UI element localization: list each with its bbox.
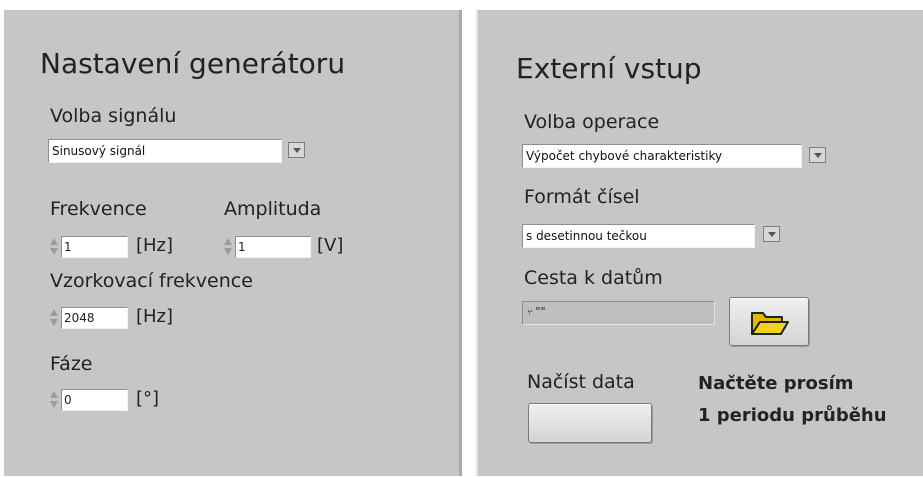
sampling-label: Vzorkovací frekvence — [50, 270, 253, 292]
operation-select[interactable]: Výpočet chybové charakteristiky — [522, 144, 802, 168]
phase-spinner[interactable] — [49, 388, 60, 412]
message-line-2: 1 periodu průběhu — [698, 405, 887, 426]
generator-title: Nastavení generátoru — [40, 47, 346, 80]
dropdown-arrow-icon — [813, 152, 822, 158]
spin-down-icon[interactable] — [50, 319, 58, 326]
sampling-spinner[interactable] — [49, 306, 60, 330]
spin-down-icon[interactable] — [224, 248, 232, 255]
operation-label: Volba operace — [524, 111, 660, 133]
amplitude-label: Amplituda — [224, 198, 322, 220]
sampling-input[interactable]: 2048 — [61, 307, 128, 329]
message-line-1: Načtěte prosím — [698, 373, 854, 394]
load-label: Načíst data — [527, 371, 635, 393]
frequency-input[interactable]: 1 — [61, 236, 128, 258]
path-label: Cesta k datům — [524, 267, 663, 289]
external-title: Externí vstup — [516, 52, 702, 85]
folder-open-icon — [751, 312, 789, 335]
sampling-unit: [Hz] — [136, 306, 174, 327]
spin-down-icon[interactable] — [50, 248, 58, 255]
path-value: "" — [535, 305, 546, 318]
phase-unit: [°] — [136, 388, 160, 409]
signal-label: Volba signálu — [50, 105, 177, 127]
browse-button[interactable] — [729, 297, 809, 346]
frequency-unit: [Hz] — [136, 235, 174, 256]
dropdown-arrow-icon — [767, 231, 776, 237]
frequency-spinner[interactable] — [49, 235, 60, 259]
signal-dropdown-button[interactable] — [288, 142, 305, 158]
amplitude-unit: [V] — [317, 235, 344, 256]
path-field[interactable]: ⑂ "" — [522, 301, 715, 325]
load-data-button[interactable] — [528, 403, 652, 443]
spin-up-icon[interactable] — [50, 309, 58, 316]
format-label: Formát čísel — [524, 186, 640, 208]
phase-label: Fáze — [50, 353, 93, 375]
amplitude-spinner[interactable] — [223, 235, 234, 259]
external-panel: Externí vstup Volba operace Výpočet chyb… — [476, 10, 923, 476]
signal-select[interactable]: Sinusový signál — [48, 139, 282, 163]
generator-panel: Nastavení generátoru Volba signálu Sinus… — [4, 10, 462, 476]
dropdown-arrow-icon — [292, 147, 301, 153]
phase-input[interactable]: 0 — [61, 389, 128, 411]
frequency-label: Frekvence — [50, 198, 147, 220]
format-dropdown-button[interactable] — [763, 226, 780, 242]
spin-up-icon[interactable] — [50, 238, 58, 245]
format-select[interactable]: s desetinnou tečkou — [522, 224, 755, 248]
spin-down-icon[interactable] — [50, 401, 58, 408]
spin-up-icon[interactable] — [50, 391, 58, 398]
amplitude-input[interactable]: 1 — [235, 236, 311, 258]
spin-up-icon[interactable] — [224, 238, 232, 245]
path-icon: ⑂ — [527, 308, 533, 318]
operation-dropdown-button[interactable] — [809, 147, 826, 163]
